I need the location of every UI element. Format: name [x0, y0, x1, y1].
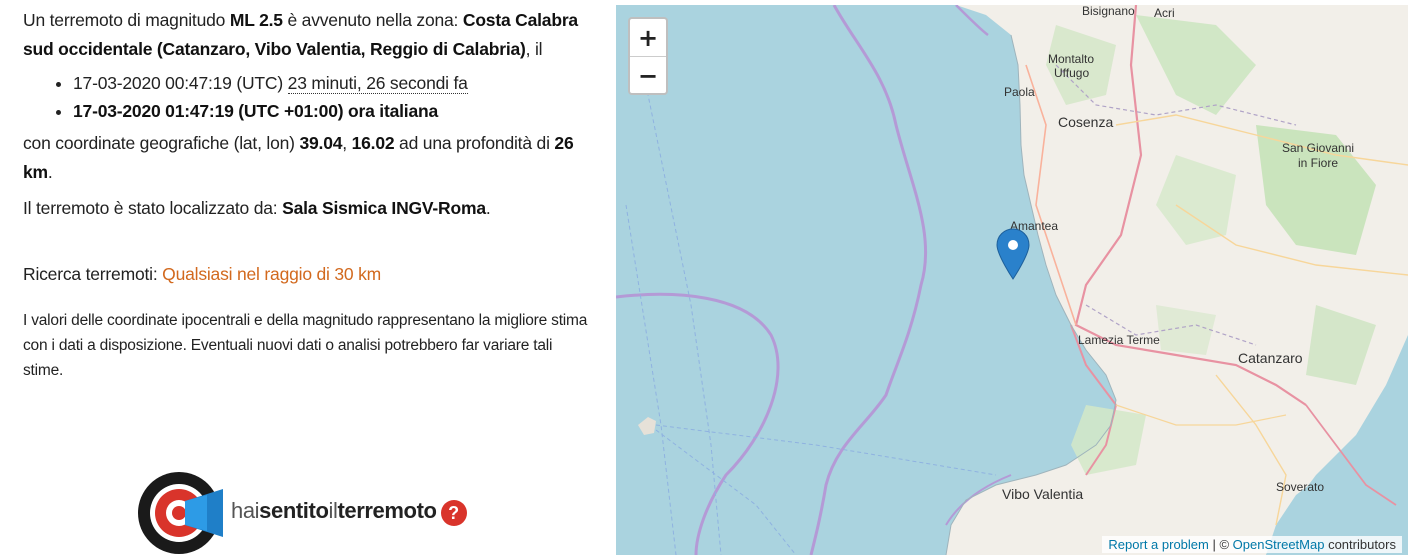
map-view[interactable]: Bisignano Acri Montalto Uffugo Paola San… [616, 5, 1408, 555]
town-label: Montalto [1048, 52, 1094, 66]
coordinates-text: ad una profondità di [394, 133, 555, 153]
report-problem-link[interactable]: Report a problem [1108, 537, 1208, 552]
local-time: 17-03-2020 01:47:19 (UTC +01:00) ora ita… [73, 101, 439, 121]
town-label: San Giovanni [1282, 141, 1354, 155]
utc-time-item: 17-03-2020 00:47:19 (UTC) 23 minuti, 26 … [73, 69, 588, 97]
town-label: Catanzaro [1238, 350, 1303, 366]
question-icon: ? [440, 500, 467, 526]
time-list: 17-03-2020 00:47:19 (UTC) 23 minuti, 26 … [23, 69, 588, 125]
time-ago: 23 minuti, 26 secondi fa [287, 73, 468, 94]
attribution-separator: | © [1208, 537, 1233, 552]
town-label: in Fiore [1298, 156, 1338, 170]
openstreetmap-link[interactable]: OpenStreetMap [1233, 537, 1325, 552]
coordinates-text: , [342, 133, 352, 153]
coordinates-paragraph: con coordinate geografiche (lat, lon) 39… [23, 129, 588, 186]
logo-word: sentito [259, 498, 329, 523]
event-summary: Un terremoto di magnitudo ML 2.5 è avven… [23, 6, 588, 63]
search-radius-link[interactable]: Qualsiasi nel raggio di 30 km [162, 264, 381, 284]
locator-text: Il terremoto è stato localizzato da: [23, 198, 283, 218]
epicenter-marker-icon[interactable] [996, 228, 1030, 280]
logo-wordmark: haisentitoilterremoto [231, 498, 437, 524]
zoom-in-button[interactable]: + [630, 19, 666, 56]
town-label: Bisignano [1082, 5, 1135, 18]
search-label: Ricerca terremoti: [23, 263, 163, 284]
town-label: Acri [1154, 6, 1175, 20]
magnitude-value: ML 2.5 [229, 10, 283, 30]
map-attribution: Report a problem | © OpenStreetMap contr… [1102, 536, 1402, 553]
event-details: Un terremoto di magnitudo ML 2.5 è avven… [23, 6, 588, 383]
town-label: Cosenza [1058, 114, 1113, 130]
town-label: Uffugo [1054, 66, 1089, 80]
summary-text: Un terremoto di magnitudo [23, 10, 230, 30]
town-label: Lamezia Terme [1078, 333, 1160, 347]
logo-word: terremoto [337, 498, 437, 523]
attribution-contributors: contributors [1324, 537, 1396, 552]
summary-text: , il [525, 38, 543, 59]
coordinates-text: con coordinate geografiche (lat, lon) [23, 133, 300, 153]
locator-paragraph: Il terremoto è stato localizzato da: Sal… [23, 194, 588, 223]
haisentito-logo-link[interactable]: haisentitoilterremoto ? [137, 471, 467, 555]
target-icon [138, 472, 223, 554]
locator-name: Sala Sismica INGV-Roma [282, 198, 486, 218]
coordinates-text: . [47, 161, 53, 182]
search-paragraph: Ricerca terremoti: Qualsiasi nel raggio … [23, 260, 588, 289]
logo-word: hai [231, 498, 260, 523]
longitude-value: 16.02 [351, 133, 395, 153]
disclaimer-note: I valori delle coordinate ipocentrali e … [23, 312, 588, 379]
summary-text: è avvenuto nella zona: [282, 10, 463, 30]
map-tiles: Bisignano Acri Montalto Uffugo Paola San… [616, 5, 1408, 555]
zoom-control: + − [628, 17, 668, 95]
local-time-item: 17-03-2020 01:47:19 (UTC +01:00) ora ita… [73, 97, 588, 125]
zoom-out-button[interactable]: − [630, 56, 666, 93]
utc-time: 17-03-2020 00:47:19 (UTC) [73, 73, 288, 93]
town-label: Paola [1004, 85, 1035, 99]
latitude-value: 39.04 [299, 133, 343, 153]
town-label: Soverato [1276, 480, 1324, 494]
locator-text: . [485, 198, 491, 218]
town-label: Vibo Valentia [1002, 486, 1083, 502]
